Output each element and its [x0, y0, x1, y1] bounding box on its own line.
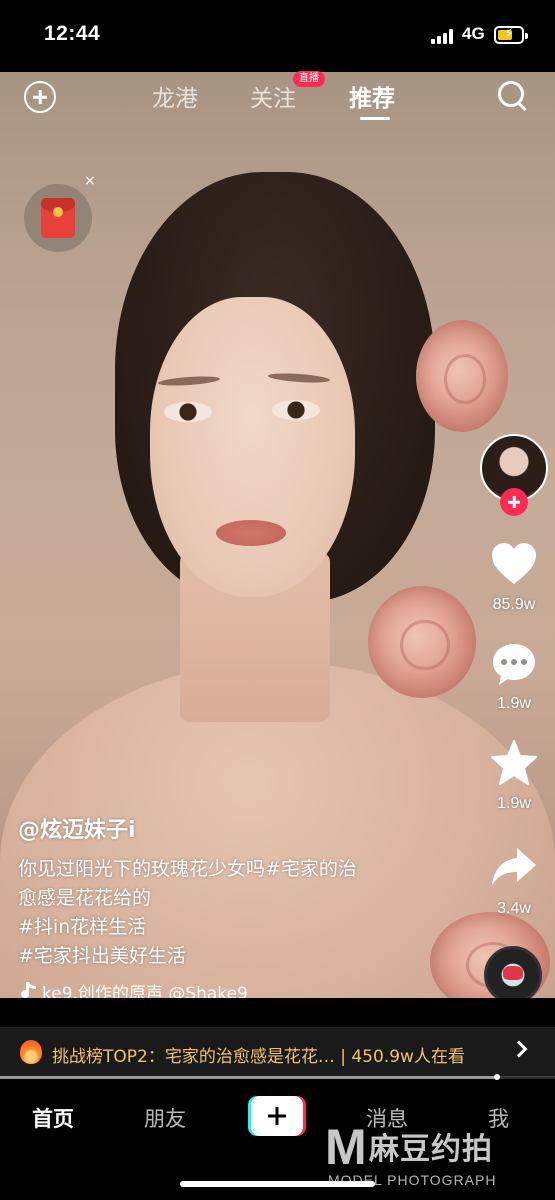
- status-bar: 12:44 4G ⚡: [0, 0, 555, 72]
- flame-icon: [20, 1040, 42, 1064]
- comment-count: 1.9w: [497, 695, 531, 712]
- tab-recommended[interactable]: 推荐: [349, 79, 395, 113]
- watermark-cn: 麻豆约拍: [369, 1132, 493, 1167]
- like-count: 85.9w: [492, 596, 536, 613]
- star-icon[interactable]: [489, 738, 539, 788]
- heart-icon[interactable]: [489, 540, 539, 590]
- description-line: 你见过阳光下的玫瑰花少女吗#宅家的治: [18, 858, 357, 880]
- red-envelope-icon: [41, 198, 75, 238]
- network-label: 4G: [462, 24, 485, 43]
- share-count: 3.4w: [497, 900, 531, 917]
- tab-longgang[interactable]: 龙港: [152, 79, 198, 113]
- progress-handle[interactable]: [493, 1074, 500, 1080]
- share-icon[interactable]: [489, 842, 539, 892]
- hashtag-link[interactable]: #抖in花样生活: [18, 913, 418, 942]
- follow-button[interactable]: [500, 488, 528, 516]
- challenge-text[interactable]: 挑战榜TOP2：宅家的治愈感是花花… | 450.9w人在看: [52, 1042, 465, 1067]
- description-line: 愈感是花花给的: [18, 887, 152, 909]
- battery-icon: ⚡: [494, 26, 528, 44]
- video-description: 你见过阳光下的玫瑰花少女吗#宅家的治 愈感是花花给的 #抖in花样生活 #宅家抖…: [18, 855, 418, 971]
- search-icon[interactable]: [496, 79, 530, 113]
- active-tab-indicator: [360, 117, 390, 120]
- video-subject-face: [150, 297, 355, 597]
- nav-home[interactable]: 首页: [32, 1103, 74, 1133]
- author-handle[interactable]: @炫迈妹子i: [18, 812, 136, 844]
- video-subject-lips: [216, 520, 286, 546]
- comment-icon[interactable]: [489, 640, 539, 690]
- video-subject-eye: [272, 400, 320, 420]
- progress-fill: [0, 1076, 497, 1079]
- add-circle-icon[interactable]: [24, 81, 56, 113]
- hashtag-link[interactable]: #宅家抖出美好生活: [18, 942, 418, 971]
- rose-decoration: [368, 586, 476, 698]
- video-progress-bar[interactable]: [0, 1074, 555, 1080]
- rose-decoration: [416, 320, 508, 432]
- nav-friends[interactable]: 朋友: [144, 1103, 186, 1133]
- home-indicator: [180, 1181, 375, 1187]
- signal-icon: [431, 28, 455, 44]
- favorite-count: 1.9w: [497, 795, 531, 812]
- watermark-letter: M: [325, 1119, 367, 1175]
- status-time: 12:44: [44, 22, 101, 45]
- red-packet-widget[interactable]: [24, 184, 92, 252]
- close-icon[interactable]: ×: [84, 173, 96, 189]
- bow-icon: [503, 966, 523, 980]
- top-nav: 龙港 关注 直播 推荐: [0, 71, 555, 122]
- create-button[interactable]: [248, 1096, 306, 1136]
- music-disc[interactable]: [484, 946, 542, 1004]
- live-badge[interactable]: 直播: [293, 71, 325, 87]
- video-subject-eye: [164, 402, 212, 422]
- plus-icon: [251, 1096, 303, 1136]
- tab-following[interactable]: 关注: [250, 79, 296, 113]
